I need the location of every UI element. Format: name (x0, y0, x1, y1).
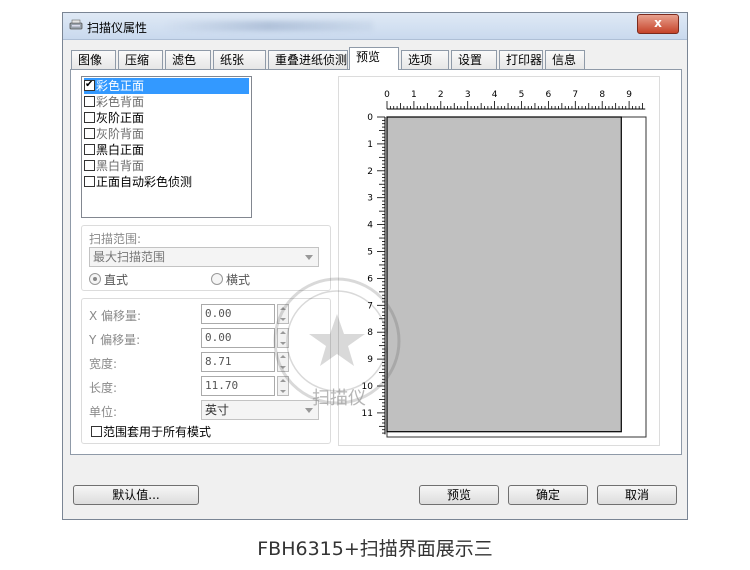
y-tick-label: 7 (367, 301, 373, 311)
x-tick-label: 8 (599, 90, 605, 100)
scan-area-label: 扫描范围: (89, 232, 142, 246)
tab-imprinter[interactable]: 打印器 (499, 50, 543, 69)
watermark-text: 扫描仪 (312, 388, 366, 409)
y-offset-input[interactable]: 0.00 (201, 328, 275, 348)
width-label: 宽度: (89, 357, 118, 371)
checkbox[interactable] (84, 112, 95, 123)
x-tick-label: 9 (626, 90, 632, 100)
length-spinner[interactable] (277, 376, 289, 396)
tab-paper[interactable]: 纸张 (213, 50, 266, 69)
radio-dot (211, 273, 223, 285)
length-label: 长度: (89, 381, 118, 395)
tab-color-dropout[interactable]: 滤色 (165, 50, 211, 69)
chevron-down-icon (305, 255, 313, 260)
width-spinner[interactable] (277, 352, 289, 372)
tab-image[interactable]: 图像 (71, 50, 116, 69)
list-item[interactable]: 黑白正面 (84, 142, 144, 158)
offset-size-group: X 偏移量: 0.00 Y 偏移量: 0.00 宽度: 8.71 长度: 11.… (81, 298, 331, 444)
x-tick-label: 0 (384, 90, 390, 100)
list-item[interactable]: 彩色正面 (84, 77, 249, 94)
unit-label: 单位: (89, 405, 118, 419)
preview-area[interactable]: 0123456789 0 1 2 3 4 5 6 7 8 9 10 11 (338, 76, 660, 446)
default-button[interactable]: 默认值... (73, 485, 199, 505)
scan-area-select[interactable]: 最大扫描范围 (89, 247, 319, 267)
checkbox[interactable] (84, 128, 95, 139)
unit-select[interactable]: 英寸 (201, 400, 319, 420)
checkbox[interactable] (84, 77, 95, 93)
checkbox[interactable] (84, 96, 95, 107)
cancel-button[interactable]: 取消 (597, 485, 677, 505)
image-caption: FBH6315+扫描界面展示三 (257, 538, 493, 560)
y-tick-label: 5 (367, 248, 373, 258)
y-tick-label: 1 (367, 140, 373, 150)
tab-settings[interactable]: 设置 (451, 50, 497, 69)
ok-button[interactable]: 确定 (508, 485, 588, 505)
y-tick-label: 3 (367, 194, 373, 204)
list-item[interactable]: 黑白背面 (84, 158, 144, 174)
scanner-properties-window: 扫描仪属性 x 图像 压缩 滤色 纸张 重叠进纸侦测 预览 选项 设置 打印器 … (62, 12, 688, 520)
length-input[interactable]: 11.70 (201, 376, 275, 396)
y-tick-label: 6 (367, 274, 373, 284)
tab-info[interactable]: 信息 (545, 50, 585, 69)
list-item[interactable]: 彩色背面 (84, 94, 144, 110)
y-tick-label: 8 (367, 328, 373, 338)
x-tick-label: 3 (465, 90, 471, 100)
scanner-icon (69, 19, 83, 30)
preview-ruler-canvas[interactable]: 0123456789 01234567891011 (339, 77, 659, 445)
checkbox[interactable] (84, 160, 95, 171)
title-bar[interactable]: 扫描仪属性 x (63, 13, 687, 40)
x-offset-spinner[interactable] (277, 304, 289, 324)
portrait-radio[interactable]: 直式 (89, 271, 128, 288)
x-tick-label: 1 (411, 90, 417, 100)
list-item[interactable]: 正面自动彩色侦测 (84, 174, 192, 190)
preview-button[interactable]: 预览 (419, 485, 499, 505)
checkbox[interactable] (84, 176, 95, 187)
x-tick-label: 4 (492, 90, 498, 100)
radio-dot (89, 273, 101, 285)
list-item[interactable]: 灰阶正面 (84, 110, 144, 126)
width-input[interactable]: 8.71 (201, 352, 275, 372)
x-tick-label: 5 (519, 90, 525, 100)
close-button[interactable]: x (637, 14, 679, 34)
checkbox (91, 426, 102, 437)
y-tick-label: 2 (367, 167, 373, 177)
apply-all-modes-checkbox[interactable]: 范围套用于所有模式 (91, 423, 211, 440)
x-tick-label: 6 (546, 90, 552, 100)
scan-area-group: 扫描范围: 最大扫描范围 直式 横式 (81, 225, 331, 291)
selected-scan-area[interactable] (386, 116, 622, 433)
y-tick-label: 4 (367, 221, 373, 231)
y-tick-label: 0 (367, 113, 373, 123)
y-tick-label: 11 (362, 409, 373, 419)
x-tick-label: 7 (572, 90, 578, 100)
tab-multifeed-detection[interactable]: 重叠进纸侦测 (268, 50, 348, 69)
x-offset-label: X 偏移量: (89, 309, 142, 323)
blurred-path-text (163, 21, 373, 31)
y-offset-label: Y 偏移量: (89, 333, 141, 347)
list-item[interactable]: 灰阶背面 (84, 126, 144, 142)
preview-tab-panel: 彩色正面 彩色背面 灰阶正面 灰阶背面 黑白正面 黑白背面 正面自动彩色侦测 扫… (70, 69, 682, 455)
tab-options[interactable]: 选项 (401, 50, 449, 69)
checkbox[interactable] (84, 144, 95, 155)
x-offset-input[interactable]: 0.00 (201, 304, 275, 324)
x-tick-label: 2 (438, 90, 444, 100)
tab-compression[interactable]: 压缩 (118, 50, 163, 69)
window-title: 扫描仪属性 (87, 21, 148, 35)
y-offset-spinner[interactable] (277, 328, 289, 348)
y-tick-label: 9 (367, 355, 373, 365)
tab-preview[interactable]: 预览 (349, 47, 399, 70)
landscape-radio[interactable]: 横式 (211, 271, 250, 288)
image-selection-list[interactable]: 彩色正面 彩色背面 灰阶正面 灰阶背面 黑白正面 黑白背面 正面自动彩色侦测 (81, 76, 252, 218)
